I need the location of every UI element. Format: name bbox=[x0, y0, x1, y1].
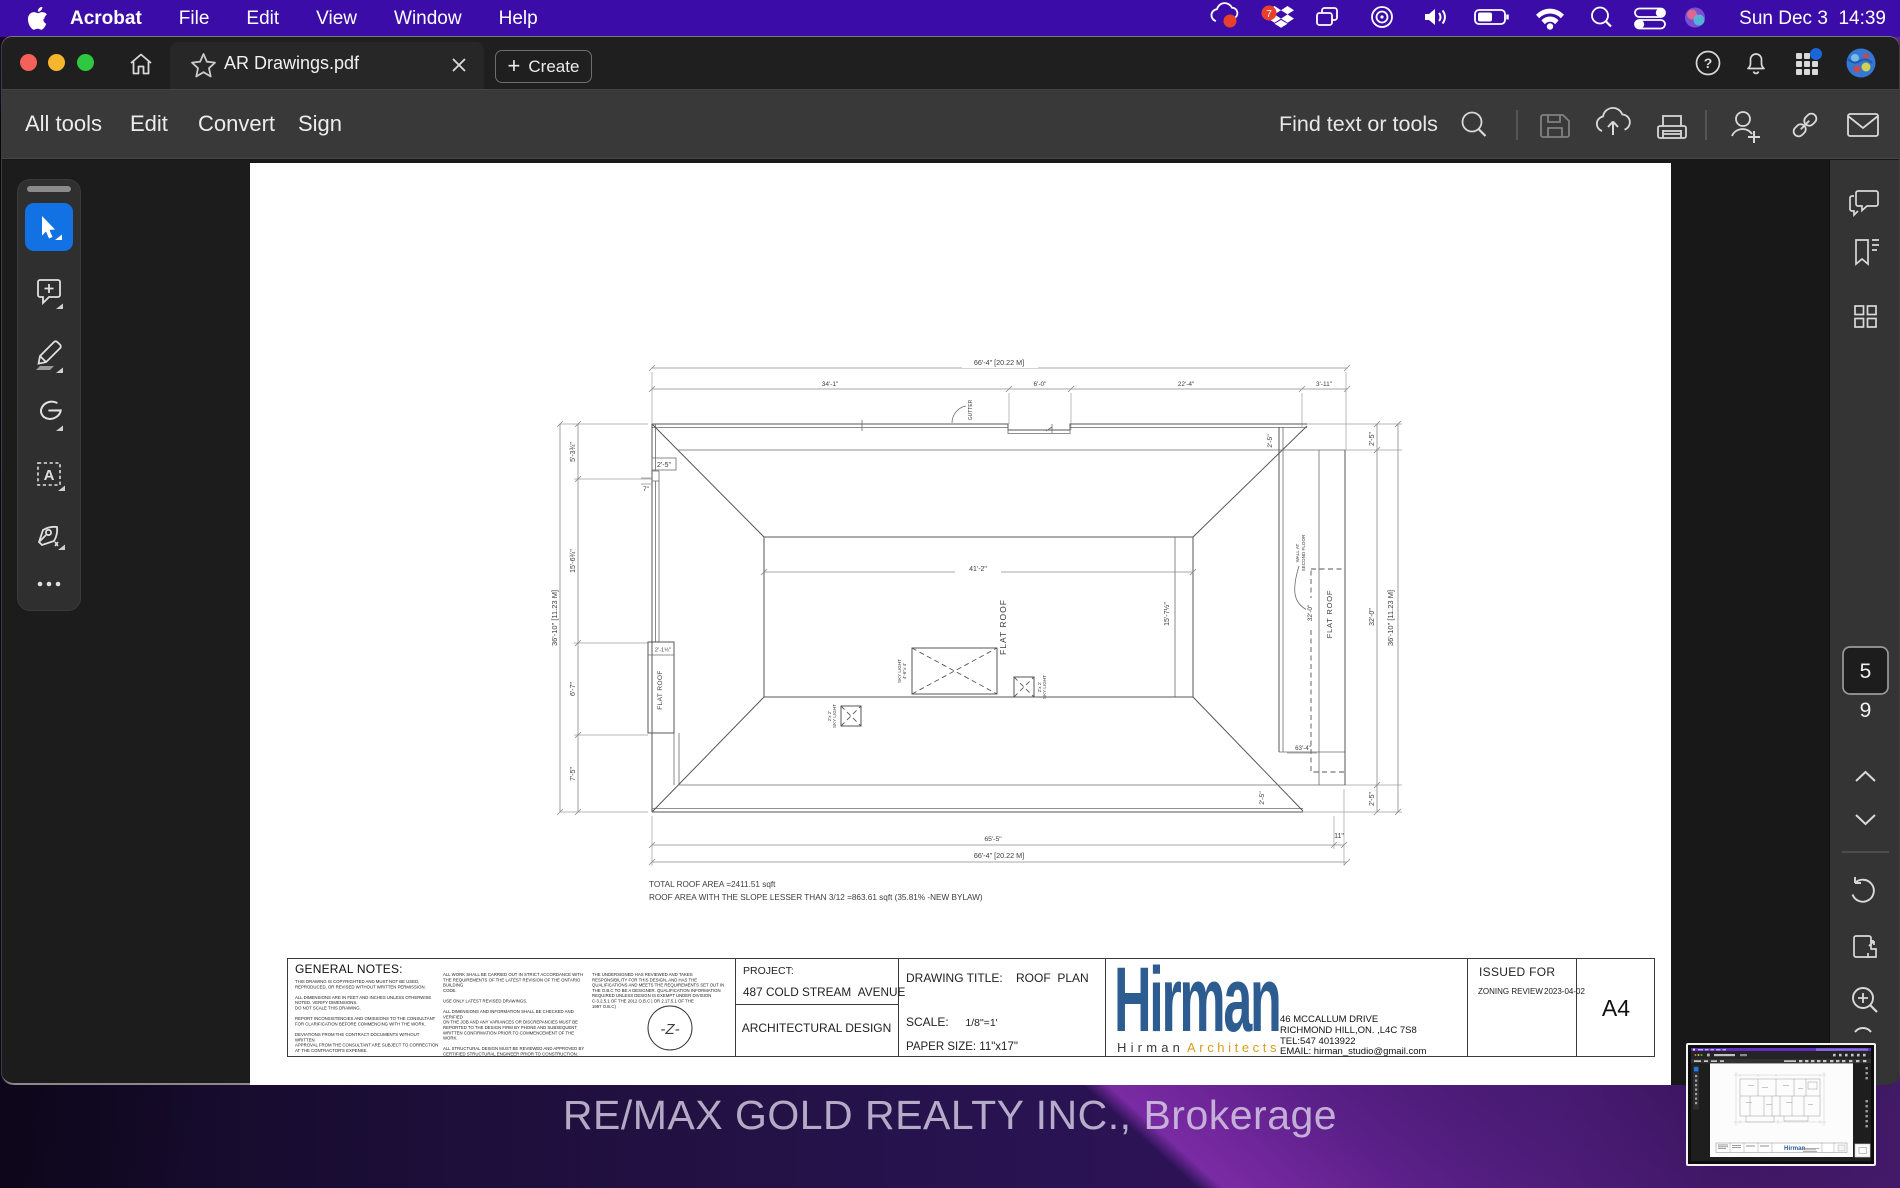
svg-text:4'-6"x 4': 4'-6"x 4' bbox=[902, 663, 907, 679]
svg-text:65'-5": 65'-5" bbox=[984, 836, 1002, 843]
svg-text:32'-0": 32'-0" bbox=[1369, 608, 1376, 626]
svg-text:Hirman: Hirman bbox=[1114, 961, 1279, 1051]
svg-text:11": 11" bbox=[1334, 833, 1344, 840]
svg-text:ROOF AREA WITH THE SLOPE LESSE: ROOF AREA WITH THE SLOPE LESSER THAN 3/1… bbox=[649, 893, 983, 902]
svg-text:2'-5": 2'-5" bbox=[1369, 432, 1376, 446]
svg-text:2'-5": 2'-5" bbox=[657, 462, 671, 469]
svg-text:2'-5": 2'-5" bbox=[1259, 791, 1266, 805]
svg-text:36'-10" [11.23 M]: 36'-10" [11.23 M] bbox=[550, 590, 559, 646]
svg-text:6'-0": 6'-0" bbox=[1034, 381, 1048, 388]
svg-text:63'-4": 63'-4" bbox=[1295, 745, 1311, 752]
svg-text:7'-5": 7'-5" bbox=[570, 767, 577, 781]
svg-text:41'-2": 41'-2" bbox=[969, 566, 987, 573]
svg-text:FLAT ROOF: FLAT ROOF bbox=[657, 670, 664, 709]
svg-text:2'x 2': 2'x 2' bbox=[827, 711, 832, 722]
svg-text:Architects: Architects bbox=[1187, 1040, 1280, 1055]
svg-text:GUTTER: GUTTER bbox=[968, 399, 974, 420]
svg-text:7": 7" bbox=[643, 486, 650, 493]
svg-text:FLAT ROOF: FLAT ROOF bbox=[1325, 590, 1334, 639]
svg-text:9: 9 bbox=[1860, 699, 1872, 722]
svg-text:2'-5": 2'-5" bbox=[1369, 792, 1376, 806]
svg-text:15'-7½": 15'-7½" bbox=[1163, 602, 1171, 626]
svg-text:Hirman: Hirman bbox=[1117, 1040, 1184, 1055]
svg-text:7: 7 bbox=[1266, 9, 1272, 20]
svg-text:?: ? bbox=[1704, 55, 1713, 71]
svg-text:15'-6¾": 15'-6¾" bbox=[570, 549, 577, 573]
svg-text:2'-5": 2'-5" bbox=[1267, 434, 1274, 448]
svg-text:SKY LIGHT: SKY LIGHT bbox=[832, 704, 837, 728]
svg-text:5'-3¾": 5'-3¾" bbox=[570, 442, 577, 462]
svg-text:36'-10" [11.23 M]: 36'-10" [11.23 M] bbox=[1386, 590, 1395, 646]
svg-text:SECOND FLOOR: SECOND FLOOR bbox=[1301, 534, 1306, 571]
svg-text:FLAT ROOF: FLAT ROOF bbox=[998, 599, 1008, 655]
svg-text:32'-0": 32'-0" bbox=[1307, 604, 1314, 621]
svg-text:34'-1": 34'-1" bbox=[822, 381, 839, 388]
svg-text:22'-4": 22'-4" bbox=[1178, 381, 1195, 388]
svg-text:2'-1½": 2'-1½" bbox=[655, 647, 671, 654]
svg-text:66'-4" [20.22 M]: 66'-4" [20.22 M] bbox=[974, 358, 1024, 367]
svg-text:Hirman: Hirman bbox=[1784, 1145, 1806, 1152]
svg-text:TOTAL ROOF AREA =2411.51 sqft: TOTAL ROOF AREA =2411.51 sqft bbox=[649, 880, 776, 889]
svg-text:3'-11": 3'-11" bbox=[1316, 381, 1333, 388]
svg-text:66'-4" [20.22 M]: 66'-4" [20.22 M] bbox=[974, 851, 1024, 860]
svg-text:6'-7": 6'-7" bbox=[570, 682, 577, 696]
svg-text:SKY LIGHT: SKY LIGHT bbox=[897, 659, 902, 683]
svg-text:A: A bbox=[44, 467, 55, 484]
svg-text:5: 5 bbox=[1860, 660, 1872, 683]
svg-text:SKY LIGHT: SKY LIGHT bbox=[1042, 675, 1047, 699]
svg-text:WALL AT: WALL AT bbox=[1295, 543, 1300, 562]
